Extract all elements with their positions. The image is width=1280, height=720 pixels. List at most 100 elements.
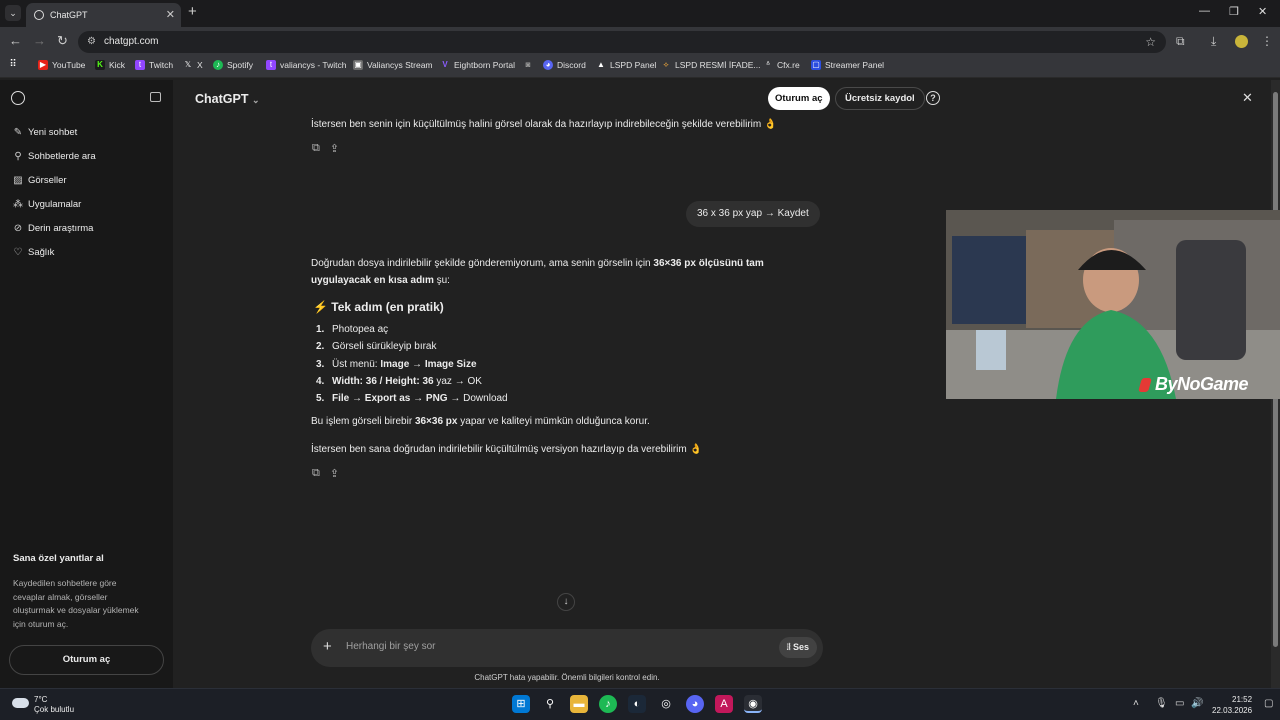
windows-start-icon[interactable]: ⊞ (512, 695, 530, 713)
spotify-icon[interactable]: ♪ (599, 695, 617, 713)
back-icon[interactable]: ← (9, 33, 22, 48)
research-icon: ⊘ (13, 223, 23, 234)
sidebar-item-deep-research[interactable]: ⊘ Derin araştırma (12, 223, 94, 234)
bookmark-valiancys-stream[interactable]: ▣ Valiancys Stream (353, 60, 433, 70)
obs-icon[interactable]: ◎ (657, 695, 675, 713)
bookmark-eightborn[interactable]: V Eightborn Portal (440, 60, 515, 70)
disclaimer: ChatGPT hata yapabilir. Önemli bilgileri… (474, 673, 660, 682)
answer-summary: Bu işlem görseli birebir 36×36 px yapar … (311, 416, 650, 427)
close-window-icon[interactable]: ✕ (1258, 5, 1267, 18)
profile-avatar[interactable] (1235, 35, 1248, 48)
stream-overlay-text: ByNoGame (1154, 374, 1249, 394)
list-item: 4. Width: 36 / Height: 36 yaz → OK (316, 375, 482, 387)
address-bar-row: ← → ↻ ⚙ chatgpt.com ☆ ⧉ ⤓ ⋮ (0, 27, 1280, 56)
sidebar-item-new-chat[interactable]: ✎ Yeni sohbet (12, 127, 78, 138)
notification-icon[interactable]: ▢ (1264, 698, 1273, 709)
url-field[interactable]: ⚙ chatgpt.com ☆ (78, 31, 1166, 53)
apps-icon[interactable]: ⠿ (8, 60, 22, 70)
chevron-down-icon: ⌄ (251, 95, 260, 105)
edit-icon: ✎ (13, 127, 23, 138)
close-tab-icon[interactable]: ✕ (166, 8, 175, 21)
search-icon[interactable]: ⚲ (541, 695, 559, 713)
minimize-icon[interactable]: — (1199, 5, 1210, 17)
taskbar-apps: ⊞ ⚲ ▬ ♪ ◐ ◎ ◕ A ◉ (512, 695, 762, 713)
site-info-icon[interactable]: ⚙ (87, 31, 96, 53)
volume-icon[interactable]: 🔊 (1191, 698, 1203, 709)
answer-intro: Doğrudan dosya indirilebilir şekilde gön… (311, 258, 764, 286)
menu-icon[interactable]: ⋮ (1261, 34, 1273, 48)
list-item: 5. File → Export as → PNG → Download (316, 393, 508, 405)
model-selector[interactable]: ChatGPT ⌄ (195, 92, 260, 106)
new-tab-button[interactable]: + (188, 3, 197, 20)
webcam-overlay: ByNoGame (946, 210, 1280, 399)
clock[interactable]: 21:52 22.03.2026 (1212, 694, 1252, 716)
steam-icon[interactable]: ◐ (628, 695, 646, 713)
microphone-icon[interactable]: 🎙 (1155, 698, 1168, 709)
download-icon[interactable]: ⤓ (1211, 34, 1216, 49)
bookmarks-bar: ⠿ ▶ YouTube K Kick t Twitch 𝕏X ♪ Spotify t va… (0, 56, 1280, 78)
user-message: 36 x 36 px yap → Kaydet (686, 201, 820, 227)
windows-taskbar: 7°C Çok bulutlu ⊞ ⚲ ▬ ♪ ◐ ◎ ◕ A ◉ ˄ 🎙 ▭ 🔊… (0, 688, 1280, 720)
login-button[interactable]: Oturum aç (768, 87, 830, 110)
promo-text: Kaydedilen sohbetlere göre cevaplar alma… (13, 578, 139, 629)
bookmark-cfx[interactable]: ᐞ Cfx.re (763, 60, 800, 70)
signup-button[interactable]: Ücretsiz kaydol (835, 87, 925, 110)
file-explorer-icon[interactable]: ▬ (570, 695, 588, 713)
plus-icon[interactable]: + (323, 638, 332, 655)
lightning-icon: ⚡ (313, 300, 328, 314)
scroll-down-button[interactable]: ↓ (557, 593, 575, 611)
bookmark-twitch[interactable]: t Twitch (135, 60, 173, 70)
search-icon: ⚲ (14, 151, 22, 162)
message-actions: ⧉ ⇪ (312, 467, 339, 480)
sidebar-item-health[interactable]: ♡ Sağlık (12, 247, 55, 258)
reload-icon[interactable]: ↻ (57, 33, 68, 49)
help-icon[interactable]: ? (926, 91, 940, 105)
tab-search-button[interactable]: ⌄ (5, 5, 21, 21)
image-icon: ▨ (13, 175, 23, 186)
close-panel-icon[interactable]: ✕ (1242, 90, 1253, 106)
copy-icon[interactable]: ⧉ (312, 467, 320, 480)
bookmark-star-icon[interactable]: ☆ (1145, 31, 1156, 53)
extensions-icon[interactable]: ⧉ (1176, 34, 1185, 49)
message-actions: ⧉ ⇪ (312, 142, 339, 155)
network-icon[interactable]: ▭ (1175, 698, 1184, 709)
share-icon[interactable]: ⇪ (330, 142, 339, 155)
bookmark-youtube[interactable]: ▶ YouTube (38, 60, 85, 70)
bookmark-spotify[interactable]: ♪ Spotify (213, 60, 253, 70)
heart-icon: ♡ (13, 247, 23, 258)
webcam-image (946, 210, 1280, 399)
bookmark-lspd-ifade[interactable]: ⟡ LSPD RESMİ İFADE... (661, 60, 760, 70)
bookmark-kick[interactable]: K Kick (95, 60, 125, 70)
previous-answer-text: İstersen ben senin için küçültülmüş hali… (311, 119, 777, 130)
share-icon[interactable]: ⇪ (330, 467, 339, 480)
answer-closing: İstersen ben sana doğrudan indirilebilir… (311, 444, 702, 455)
sidebar-item-search[interactable]: ⚲ Sohbetlerde ara (12, 151, 95, 162)
voice-button[interactable]: ⦙⦚ Ses (778, 637, 817, 658)
bookmark-lspd-panel[interactable]: ▲ LSPD Panel (596, 60, 656, 70)
bookmark-streamer-panel[interactable]: ▢ Streamer Panel (811, 60, 884, 70)
browser-tab[interactable]: ChatGPT ✕ (26, 3, 181, 27)
bookmark-valiancys-twitch[interactable]: t valiancys - Twitch (266, 60, 346, 70)
restore-icon[interactable]: ❐ (1229, 5, 1239, 18)
bookmark-camera[interactable]: ◙ (523, 60, 537, 70)
sidebar-item-images[interactable]: ▨ Görseller (12, 175, 66, 186)
apps-grid-icon: ⁂ (13, 199, 23, 210)
bookmark-x[interactable]: 𝕏X (183, 60, 203, 70)
list-item: 1. Photopea aç (316, 324, 389, 335)
discord-icon[interactable]: ◕ (686, 695, 704, 713)
forward-icon[interactable]: → (33, 33, 46, 48)
sidebar: ✎ Yeni sohbet ⚲ Sohbetlerde ara ▨ Görseller… (0, 80, 173, 688)
openai-logo-icon[interactable] (11, 91, 25, 105)
adobe-icon[interactable]: A (715, 695, 733, 713)
bookmark-discord[interactable]: ◕ Discord (543, 60, 586, 70)
list-item: 3. Üst menü: Image → Image Size (316, 358, 477, 370)
toggle-sidebar-icon[interactable] (150, 92, 161, 102)
chrome-icon[interactable]: ◉ (744, 695, 762, 713)
tab-title: ChatGPT (50, 10, 88, 20)
cloud-icon (12, 698, 29, 708)
sidebar-item-apps[interactable]: ⁂ Uygulamalar (12, 199, 81, 210)
sidebar-login-button[interactable]: Oturum aç (9, 645, 164, 675)
copy-icon[interactable]: ⧉ (312, 142, 320, 155)
prompt-input[interactable]: Herhangi bir şey sor (346, 641, 435, 652)
tray-chevron-icon[interactable]: ˄ (1133, 698, 1139, 709)
